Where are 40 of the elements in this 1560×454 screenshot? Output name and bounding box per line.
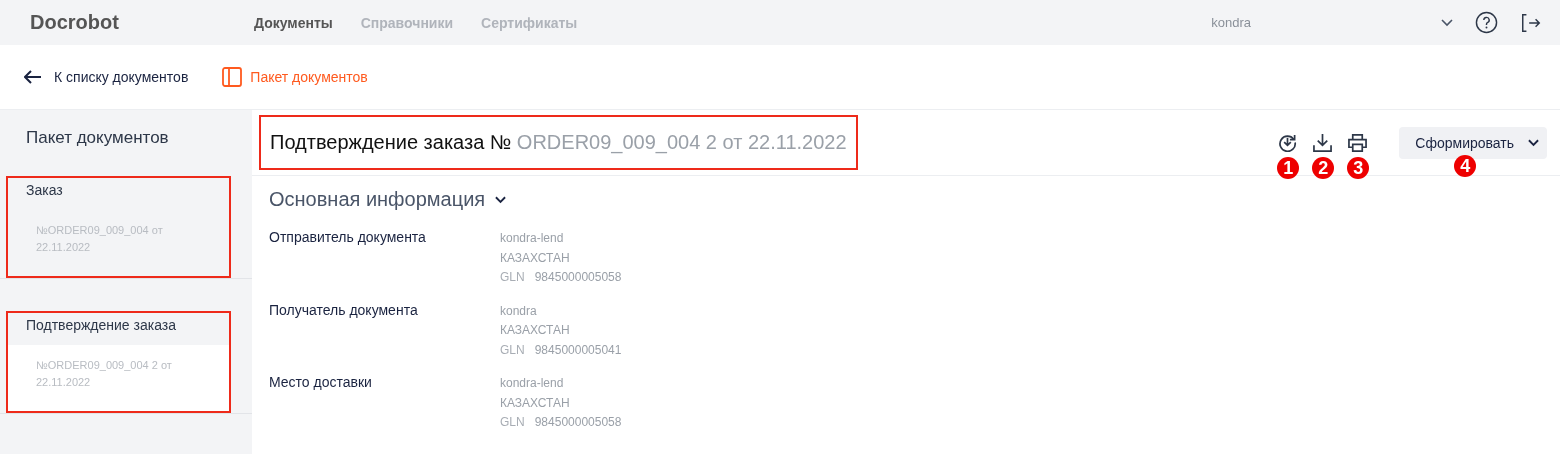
document-title: Подтверждение заказа № ORDER09_009_004 2 от 22.11.2022: [259, 115, 858, 170]
help-icon[interactable]: [1475, 11, 1498, 34]
section-title[interactable]: Основная информация: [269, 188, 486, 211]
gln-value: 9845000005058: [534, 414, 622, 431]
item-subtitle: №ORDER09_009_004 от 22.11.2022: [35, 223, 164, 255]
field-label: Место доставки: [269, 374, 373, 392]
gln-label: GLN: [500, 341, 525, 359]
nav-tab[interactable]: Документы: [254, 14, 333, 31]
field-label: Получатель документа: [269, 301, 419, 320]
chevron-down-icon[interactable]: [495, 195, 507, 204]
gln-label: GLN: [500, 269, 525, 286]
country: КАЗАХСТАН: [500, 249, 571, 267]
panel-icon: [222, 67, 243, 87]
company-name: kondra: [500, 302, 538, 320]
print-button[interactable]: [1346, 131, 1370, 154]
country: КАЗАХСТАН: [500, 322, 571, 339]
gln-value: 9845000005058: [534, 269, 622, 286]
sidebar-item[interactable]: Заказ №ORDER09_009_004 от 22.11.2022: [6, 176, 231, 278]
download-button[interactable]: [1311, 131, 1335, 154]
company-name: kondra-lend: [500, 230, 565, 247]
item-title: Заказ: [25, 181, 64, 200]
annotation-marker: 1: [1277, 157, 1300, 179]
form-button[interactable]: Сформировать: [1399, 126, 1547, 159]
field-label: Отправитель документа: [269, 229, 427, 247]
sidebar-title: Пакет документов: [25, 128, 170, 149]
company-name: kondra-lend: [500, 375, 565, 392]
gln-label: GLN: [500, 414, 525, 431]
item-title: Подтверждение заказа: [25, 316, 177, 335]
logout-icon[interactable]: [1520, 11, 1542, 34]
back-link[interactable]: К списку документов: [24, 69, 189, 85]
chevron-down-icon: [1528, 138, 1539, 147]
logo[interactable]: Docrobot: [30, 11, 119, 33]
sidebar-item[interactable]: Подтверждение заказа №ORDER09_009_004 2 от 22.11.2022: [6, 311, 231, 413]
gln-value: 9845000005041: [534, 341, 622, 359]
chevron-down-icon[interactable]: [1441, 18, 1453, 27]
annotation-marker: 3: [1347, 157, 1370, 179]
arrow-left-icon: [24, 70, 42, 84]
country: КАЗАХСТАН: [500, 394, 571, 412]
item-subtitle: №ORDER09_009_004 2 от 22.11.2022: [8, 345, 229, 411]
annotation-marker: 2: [1312, 157, 1335, 179]
